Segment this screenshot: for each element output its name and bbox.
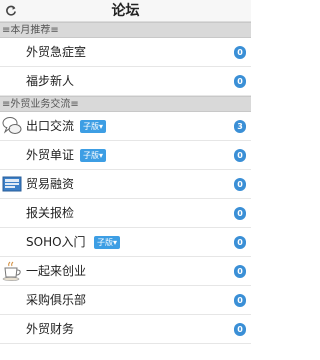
subforum-badge-label: 子版	[97, 238, 113, 247]
count-badge: 0	[234, 294, 246, 307]
forum-row[interactable]: 采购俱乐部 0	[0, 286, 251, 315]
forum-row[interactable]: 外贸急症室 0	[0, 38, 251, 67]
forum-label: 外贸单证	[26, 148, 75, 162]
forum-row[interactable]: 福步新人 0	[0, 67, 251, 96]
forum-row[interactable]: 外贸财务 0	[0, 315, 251, 344]
subforum-badge-label: 子版	[83, 151, 99, 160]
forum-label: 福步新人	[26, 74, 75, 88]
forum-label: 外贸财务	[26, 322, 75, 336]
count-badge: 0	[234, 207, 246, 220]
count-badge: 0	[234, 178, 246, 191]
count-badge: 0	[234, 149, 246, 162]
subforum-badge[interactable]: 子版▾	[94, 236, 121, 249]
forum-label: 外贸急症室	[26, 45, 87, 59]
forum-label: SOHO入门	[26, 235, 86, 249]
coffee-cup-icon	[2, 261, 21, 281]
subforum-badge[interactable]: 子版▾	[80, 120, 107, 133]
section-header-monthly: ≡本月推荐≡	[0, 22, 251, 38]
forum-row[interactable]: 外贸单证 子版▾ 0	[0, 141, 251, 170]
page-title: 论坛	[111, 3, 140, 19]
section-header-trade: ≡外贸业务交流≡	[0, 96, 251, 112]
top-bar: 论坛	[0, 0, 251, 22]
forum-row[interactable]: 报关报检 0	[0, 199, 251, 228]
count-badge: 0	[234, 265, 246, 278]
forum-label: 一起来创业	[26, 264, 87, 278]
forum-label: 贸易融资	[26, 177, 75, 191]
forum-row[interactable]: 出口交流 子版▾ 3	[0, 112, 251, 141]
forum-row[interactable]: 贸易融资 0	[0, 170, 251, 199]
forum-row[interactable]: SOHO入门 子版▾ 0	[0, 228, 251, 257]
forum-label: 出口交流	[26, 119, 75, 133]
subforum-badge[interactable]: 子版▾	[80, 149, 107, 162]
forum-row[interactable]: 一起来创业 0	[0, 257, 251, 286]
forum-label: 报关报检	[26, 206, 75, 220]
subforum-badge-label: 子版	[83, 122, 99, 131]
chat-bubbles-icon	[2, 117, 22, 134]
count-badge: 3	[234, 120, 246, 133]
count-badge: 0	[234, 75, 246, 88]
forum-label: 采购俱乐部	[26, 293, 87, 307]
count-badge: 0	[234, 236, 246, 249]
count-badge: 0	[234, 46, 246, 59]
document-stack-icon	[2, 176, 22, 192]
count-badge: 0	[234, 323, 246, 336]
